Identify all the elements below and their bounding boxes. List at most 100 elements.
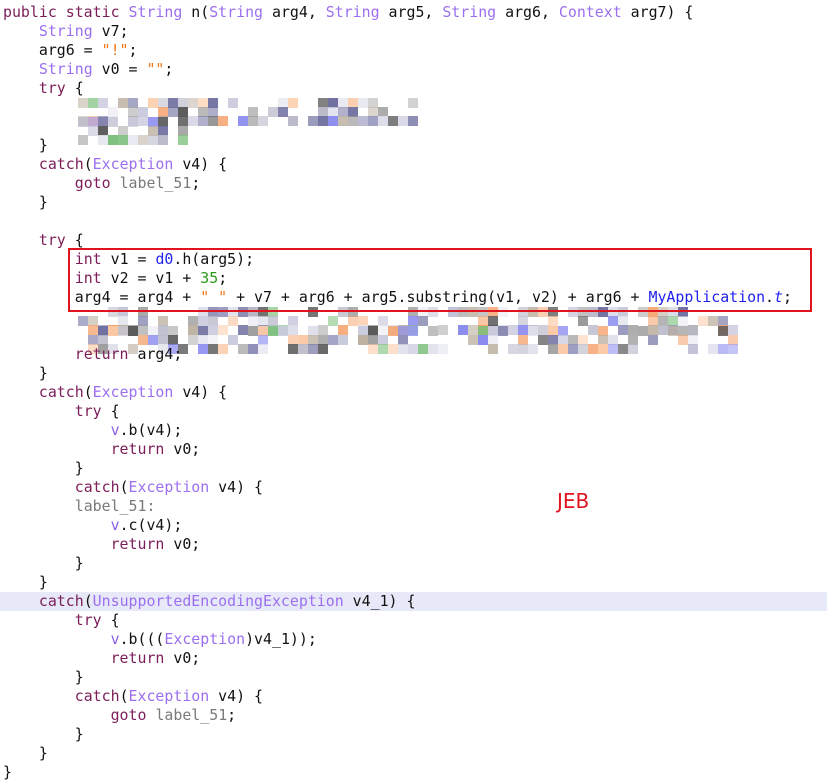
code-token: "" xyxy=(146,60,165,78)
code-token: ( xyxy=(119,687,129,705)
code-line[interactable]: try { xyxy=(0,611,827,630)
code-token: v xyxy=(110,630,120,648)
code-token: String xyxy=(209,3,264,21)
code-token: } xyxy=(3,763,12,781)
code-token: } xyxy=(3,725,84,743)
code-line[interactable]: catch(UnsupportedEncodingException v4_1)… xyxy=(0,592,827,611)
code-line[interactable]: goto label_51; xyxy=(0,174,827,193)
code-line[interactable]: } xyxy=(0,459,827,478)
code-token: try xyxy=(74,402,102,420)
code-line[interactable]: String v0 = ""; xyxy=(0,60,827,79)
code-token: { xyxy=(101,611,120,629)
code-token: v4) { xyxy=(173,155,228,173)
code-token: arg4, xyxy=(263,3,326,21)
code-token: } xyxy=(3,668,84,686)
code-line[interactable]: try { xyxy=(0,79,827,98)
code-line[interactable]: catch(Exception v4) { xyxy=(0,383,827,402)
code-token: ( xyxy=(83,592,93,610)
code-token: public static xyxy=(3,3,129,21)
code-line[interactable]: } xyxy=(0,668,827,687)
code-token: String xyxy=(38,22,93,40)
code-line[interactable]: try { xyxy=(0,402,827,421)
code-line[interactable]: String v7; xyxy=(0,22,827,41)
code-line[interactable] xyxy=(0,326,827,354)
code-token: label_51: xyxy=(74,497,156,515)
code-line[interactable]: } xyxy=(0,136,827,155)
code-token: v0; xyxy=(164,440,201,458)
code-token: arg6, xyxy=(496,3,559,21)
code-token: { xyxy=(65,79,84,97)
code-token: v4_1) { xyxy=(343,592,416,610)
code-token: catch xyxy=(74,478,120,496)
code-token: try xyxy=(38,79,66,97)
code-line[interactable]: return v0; xyxy=(0,649,827,668)
code-token: ( xyxy=(83,155,93,173)
code-line[interactable]: goto label_51; xyxy=(0,706,827,725)
code-token: Exception xyxy=(92,383,174,401)
code-token: return xyxy=(74,345,129,363)
code-token: } xyxy=(3,136,48,154)
code-line[interactable]: arg6 = "!"; xyxy=(0,41,827,60)
code-token: catch xyxy=(38,155,84,173)
code-token: Exception xyxy=(128,478,210,496)
code-token: try xyxy=(38,231,66,249)
code-line[interactable]: return v0; xyxy=(0,535,827,554)
code-line[interactable]: return arg4; xyxy=(0,345,827,364)
code-line[interactable]: } xyxy=(0,725,827,744)
code-line[interactable]: catch(Exception v4) { xyxy=(0,478,827,497)
code-line[interactable] xyxy=(0,98,827,126)
jeb-annotation: JEB xyxy=(557,489,590,513)
code-editor[interactable]: public static String n(String arg4, Stri… xyxy=(0,3,827,782)
code-token: label_51 xyxy=(119,174,192,192)
code-line[interactable] xyxy=(0,117,827,145)
code-line[interactable]: v.c(v4); xyxy=(0,516,827,535)
code-token: v0; xyxy=(164,649,201,667)
code-token: String xyxy=(325,3,380,21)
code-line[interactable]: public static String n(String arg4, Stri… xyxy=(0,3,827,22)
code-line[interactable]: } xyxy=(0,193,827,212)
code-token: "!" xyxy=(101,41,129,59)
code-token: ( xyxy=(83,383,93,401)
code-line[interactable]: v.b(v4); xyxy=(0,421,827,440)
code-token: } xyxy=(3,193,48,211)
code-token: ; xyxy=(164,60,174,78)
code-line[interactable]: catch(Exception v4) { xyxy=(0,687,827,706)
code-token: goto xyxy=(74,174,111,192)
code-line[interactable]: v.b(((Exception)v4_1)); xyxy=(0,630,827,649)
code-token: Exception xyxy=(92,155,174,173)
code-line[interactable] xyxy=(0,212,827,231)
code-line[interactable]: } xyxy=(0,554,827,573)
code-token: Exception xyxy=(164,630,246,648)
code-token: } xyxy=(3,364,48,382)
code-line[interactable]: catch(Exception v4) { xyxy=(0,155,827,174)
code-line[interactable]: } xyxy=(0,364,827,383)
code-token: } xyxy=(3,459,84,477)
code-token: arg7) { xyxy=(621,3,694,21)
code-token: return xyxy=(110,440,165,458)
code-token: arg5, xyxy=(379,3,443,21)
code-token: arg4; xyxy=(128,345,183,363)
code-token: catch xyxy=(38,383,84,401)
code-token: { xyxy=(101,402,120,420)
code-line[interactable]: label_51: xyxy=(0,497,827,516)
code-line[interactable]: } xyxy=(0,763,827,782)
code-line[interactable]: return v0; xyxy=(0,440,827,459)
code-token: )v4_1)); xyxy=(245,630,317,648)
code-token: String xyxy=(38,60,93,78)
code-line[interactable]: } xyxy=(0,573,827,592)
code-token: v xyxy=(110,421,120,439)
code-token: String xyxy=(442,3,497,21)
code-line[interactable]: } xyxy=(0,744,827,763)
code-token: catch xyxy=(38,592,84,610)
code-token: { xyxy=(65,231,84,249)
